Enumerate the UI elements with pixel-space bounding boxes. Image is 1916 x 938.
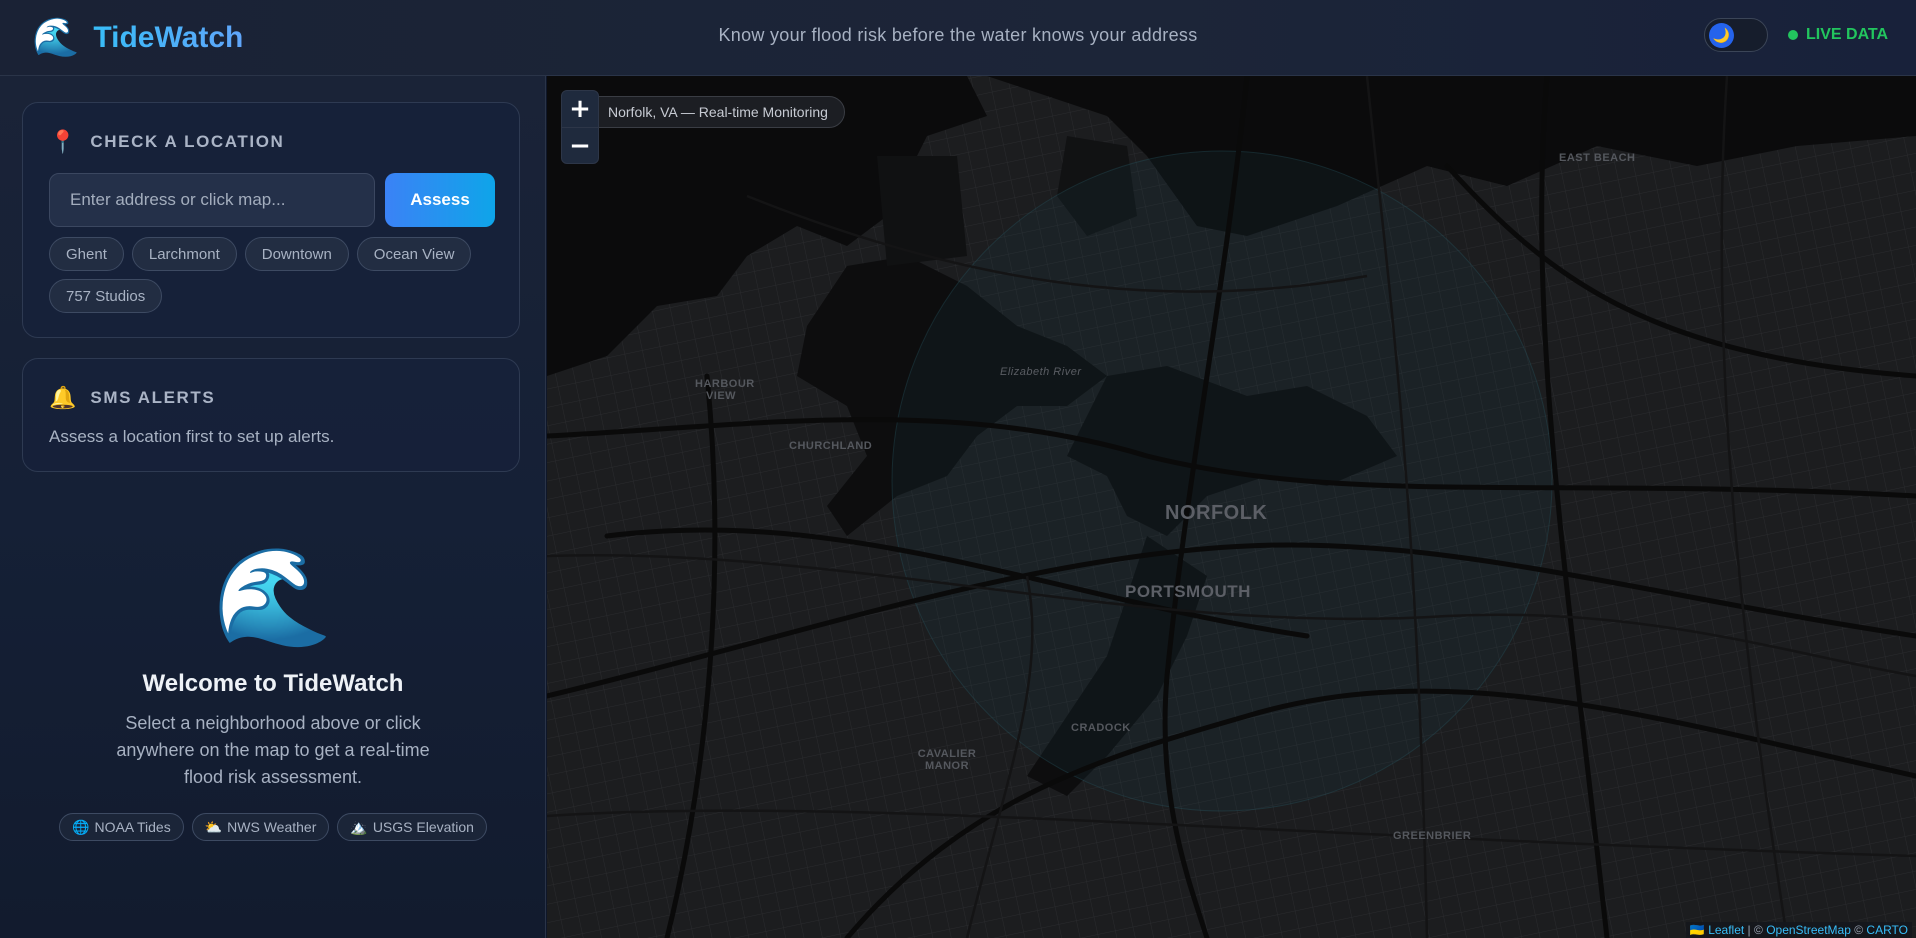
neighborhood-chip-ocean-view[interactable]: Ocean View [356,237,472,271]
source-chip-noaa: 🌐 NOAA Tides [59,813,184,841]
neighborhood-chip-ghent[interactable]: Ghent [49,237,124,271]
weather-icon: ⛅ [204,818,223,835]
app-header: 🌊 TideWatch Know your flood risk before … [0,0,1916,76]
map-label-norfolk: NORFOLK [1165,502,1268,524]
sms-alerts-header: 🔔 SMS ALERTS [49,385,215,411]
map-location-caption: Norfolk, VA — Real-time Monitoring [577,96,845,128]
neighborhood-chips: Ghent Larchmont Downtown Ocean View 757 … [49,237,489,313]
openstreetmap-link[interactable]: OpenStreetMap [1766,923,1851,937]
check-location-card: 📍 CHECK A LOCATION Assess Ghent Larchmon… [22,102,520,338]
theme-toggle[interactable]: 🌙 [1704,18,1768,52]
map-label-portsmouth: PORTSMOUTH [1125,582,1251,601]
wave-icon: 🌊 [213,544,333,651]
map-label-greenbrier: GREENBRIER [1393,830,1472,842]
sms-alerts-message: Assess a location first to set up alerts… [49,427,335,446]
welcome-title: Welcome to TideWatch [142,670,404,697]
zoom-controls: + − [561,90,599,164]
check-location-title: CHECK A LOCATION [90,132,285,151]
data-sources: 🌐 NOAA Tides ⛅ NWS Weather 🏔️ USGS Eleva… [0,813,546,841]
assess-button[interactable]: Assess [385,173,495,227]
mountain-icon: 🏔️ [350,818,368,835]
live-data-label: LIVE DATA [1806,26,1889,43]
address-input[interactable] [49,173,375,227]
source-chip-usgs: 🏔️ USGS Elevation [337,813,487,841]
map-view[interactable]: EAST BEACH HARBOUR VIEW Elizabeth River … [547,76,1916,938]
globe-icon: 🌐 [72,818,90,835]
check-location-header: 📍 CHECK A LOCATION [49,129,284,155]
moon-icon: 🌙 [1709,23,1734,48]
map-label-elizabeth-river: Elizabeth River [1000,366,1082,378]
sidebar: 📍 CHECK A LOCATION Assess Ghent Larchmon… [0,76,546,938]
sms-alerts-card: 🔔 SMS ALERTS Assess a location first to … [22,358,520,472]
source-chip-nws: ⛅ NWS Weather [191,813,330,841]
neighborhood-chip-downtown[interactable]: Downtown [244,237,349,271]
map-label-harbour-view: HARBOUR VIEW [695,378,755,402]
live-data-indicator: LIVE DATA [1788,26,1888,44]
leaflet-link[interactable]: Leaflet [1708,923,1744,937]
bell-icon: 🔔 [49,385,77,410]
map-label-cradock: CRADOCK [1071,722,1131,734]
live-status-dot-icon [1788,30,1798,40]
map-label-churchland: CHURCHLAND [789,440,873,452]
welcome-panel: 🌊 Welcome to TideWatch Select a neighbor… [0,550,546,841]
tagline: Know your flood risk before the water kn… [718,25,1198,45]
welcome-description: Select a neighborhood above or click any… [116,713,430,787]
map-label-cavalier-manor: CAVALIER MANOR [917,748,977,772]
neighborhood-chip-larchmont[interactable]: Larchmont [131,237,237,271]
map-attribution: 🇺🇦 Leaflet | © OpenStreetMap © CARTO [1685,922,1912,938]
neighborhood-chip-757-studios[interactable]: 757 Studios [49,279,163,313]
zoom-in-button[interactable]: + [562,91,598,127]
map-pin-icon: 📍 [49,129,77,154]
sms-alerts-title: SMS ALERTS [90,388,216,407]
carto-link[interactable]: CARTO [1866,923,1908,937]
map-label-east-beach: EAST BEACH [1559,152,1636,164]
zoom-out-button[interactable]: − [562,127,598,163]
ukraine-flag-icon: 🇺🇦 [1689,923,1705,937]
